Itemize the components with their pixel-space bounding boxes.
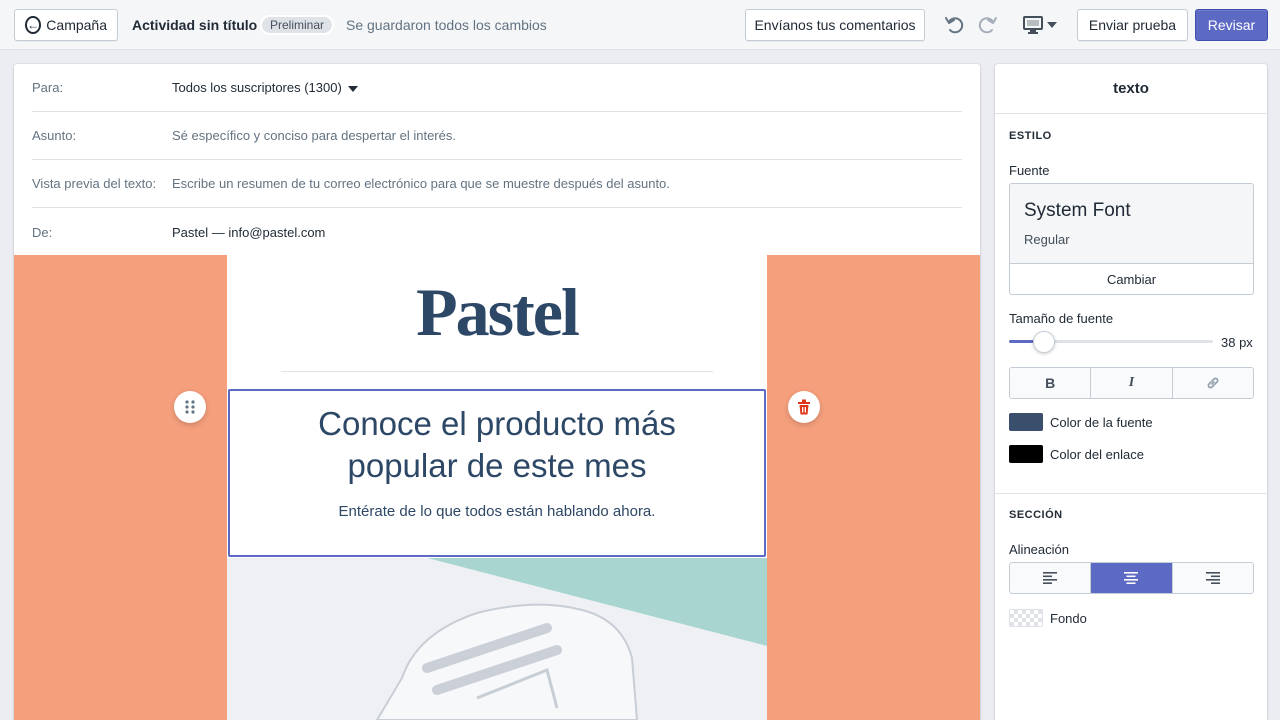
background-label: Fondo xyxy=(1050,611,1087,626)
link-icon xyxy=(1207,377,1219,389)
subject-input[interactable]: Sé específico y conciso para despertar e… xyxy=(172,128,456,143)
sidebar-divider xyxy=(995,493,1267,494)
from-label: De: xyxy=(32,224,53,240)
font-weight: Regular xyxy=(1024,232,1070,247)
align-right-button[interactable] xyxy=(1172,563,1253,593)
align-left-icon xyxy=(1043,572,1058,584)
selected-text-block[interactable]: Conoce el producto más popular de este m… xyxy=(228,389,766,557)
hero-image[interactable] xyxy=(227,558,767,720)
font-preview: System Font Regular xyxy=(1010,184,1253,264)
document-title[interactable]: Actividad sin título xyxy=(132,17,257,33)
background-color-swatch[interactable] xyxy=(1009,609,1043,627)
section-heading: SECCIÓN xyxy=(1009,509,1063,521)
to-row: Para: Todos los suscriptores (1300) xyxy=(32,64,962,112)
font-size-label: Tamaño de fuente xyxy=(1009,311,1114,326)
text-format-toolbar: B I xyxy=(1009,367,1254,399)
link-color-swatch[interactable] xyxy=(1009,445,1043,463)
properties-sidebar: texto ESTILO Fuente System Font Regular … xyxy=(995,64,1267,720)
chevron-down-icon xyxy=(1047,22,1057,28)
status-badge: Preliminar xyxy=(260,15,335,35)
italic-icon: I xyxy=(1128,375,1135,390)
feedback-button[interactable]: Envíanos tus comentarios xyxy=(745,9,925,41)
align-center-icon xyxy=(1124,572,1139,584)
drag-dots-icon xyxy=(185,400,195,414)
alignment-toolbar xyxy=(1009,562,1254,594)
bold-icon: B xyxy=(1045,375,1056,391)
desktop-icon xyxy=(1023,16,1043,34)
italic-button[interactable]: I xyxy=(1091,368,1173,398)
align-center-button[interactable] xyxy=(1091,563,1173,593)
font-size-value: 38 px xyxy=(1221,335,1253,350)
align-right-icon xyxy=(1205,572,1220,584)
email-canvas[interactable]: Pastel Conoce el producto más popular de… xyxy=(14,255,980,720)
back-to-campaign-button[interactable]: ← Campaña xyxy=(14,9,118,41)
from-row: De: Pastel — info@pastel.com xyxy=(32,208,962,256)
caret-down-icon xyxy=(347,85,358,92)
preview-text-row: Vista previa del texto: Escribe un resum… xyxy=(32,160,962,208)
sidebar-title: texto xyxy=(995,64,1267,114)
to-label: Para: xyxy=(32,80,64,95)
review-button[interactable]: Revisar xyxy=(1195,9,1268,41)
email-editor-panel: Para: Todos los suscriptores (1300) Asun… xyxy=(14,64,980,720)
headline-line-2: popular de este mes xyxy=(347,447,647,484)
save-status: Se guardaron todos los cambios xyxy=(346,17,547,33)
device-preview-dropdown[interactable] xyxy=(1022,13,1060,37)
font-color-label: Color de la fuente xyxy=(1050,415,1153,430)
back-button-label: Campaña xyxy=(46,17,107,33)
headline[interactable]: Conoce el producto más popular de este m… xyxy=(230,403,764,487)
link-color-label: Color del enlace xyxy=(1050,447,1144,462)
recipients-select[interactable]: Todos los suscriptores (1300) xyxy=(172,80,358,95)
recipients-value: Todos los suscriptores (1300) xyxy=(172,80,342,95)
preview-text-input[interactable]: Escribe un resumen de tu correo electrón… xyxy=(172,176,670,191)
sneaker-image xyxy=(227,558,767,720)
subject-row: Asunto: Sé específico y conciso para des… xyxy=(32,112,962,160)
font-name: System Font xyxy=(1024,200,1131,221)
change-font-button[interactable]: Cambiar xyxy=(1010,264,1253,294)
subject-label: Asunto: xyxy=(32,128,77,143)
align-left-button[interactable] xyxy=(1010,563,1092,593)
link-button[interactable] xyxy=(1172,368,1253,398)
font-color-swatch[interactable] xyxy=(1009,413,1043,431)
trash-icon xyxy=(798,399,810,415)
font-picker: System Font Regular Cambiar xyxy=(1009,183,1254,295)
subheadline[interactable]: Entérate de lo que todos están hablando … xyxy=(230,503,764,520)
alignment-label: Alineación xyxy=(1009,542,1069,557)
bold-button[interactable]: B xyxy=(1010,368,1092,398)
redo-icon[interactable] xyxy=(976,13,998,37)
undo-icon[interactable] xyxy=(944,13,966,37)
font-size-slider-thumb[interactable] xyxy=(1033,331,1055,353)
drag-handle[interactable] xyxy=(174,391,206,423)
brand-logo[interactable]: Pastel xyxy=(227,273,767,352)
email-body: Pastel Conoce el producto más popular de… xyxy=(227,255,767,720)
send-test-button[interactable]: Enviar prueba xyxy=(1077,9,1188,41)
delete-block-button[interactable] xyxy=(788,391,820,423)
top-bar: ← Campaña Actividad sin título Prelimina… xyxy=(0,0,1280,50)
preview-text-label: Vista previa del texto: xyxy=(32,176,157,191)
headline-line-1: Conoce el producto más xyxy=(318,405,676,442)
style-heading: ESTILO xyxy=(1009,130,1052,142)
arrow-left-icon: ← xyxy=(25,16,42,34)
font-label: Fuente xyxy=(1009,163,1050,178)
from-value[interactable]: Pastel — info@pastel.com xyxy=(172,225,325,240)
divider[interactable] xyxy=(281,371,713,372)
